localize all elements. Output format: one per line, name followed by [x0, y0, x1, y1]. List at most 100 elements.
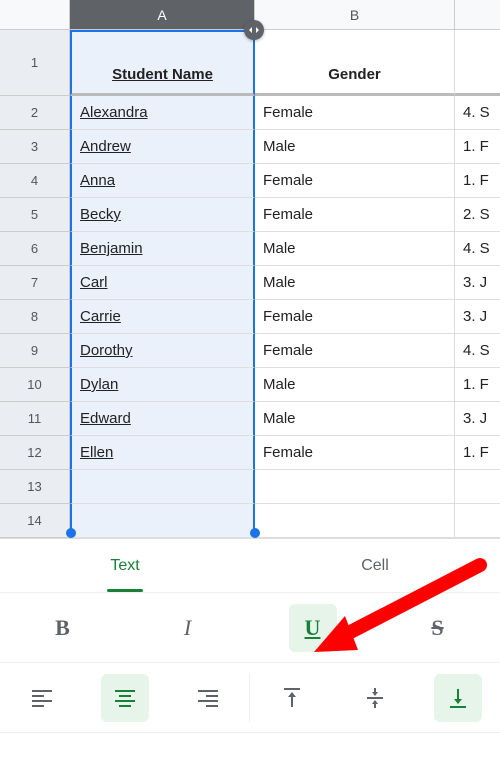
cell-gender[interactable]: Female — [255, 300, 455, 334]
table-row: 3AndrewMale1. F — [0, 130, 500, 164]
cell-c[interactable]: 4. S — [455, 334, 500, 368]
table-row: 2AlexandraFemale4. S — [0, 96, 500, 130]
cell-gender[interactable]: Male — [255, 266, 455, 300]
table-row: 7CarlMale3. J — [0, 266, 500, 300]
cell[interactable] — [255, 470, 455, 504]
cell[interactable] — [455, 470, 500, 504]
cell-c[interactable]: 1. F — [455, 436, 500, 470]
align-left-icon — [31, 689, 53, 707]
cell-student-name[interactable]: Carrie — [70, 300, 255, 334]
row-header[interactable]: 14 — [0, 504, 70, 538]
strikethrough-button[interactable]: S — [375, 593, 500, 662]
cell[interactable] — [255, 504, 455, 538]
bold-button[interactable]: B — [0, 593, 125, 662]
row-header[interactable]: 3 — [0, 130, 70, 164]
cell-student-name[interactable]: Anna — [70, 164, 255, 198]
valign-middle-button[interactable] — [333, 663, 416, 732]
format-tabs: Text Cell — [0, 539, 500, 593]
row-header[interactable]: 2 — [0, 96, 70, 130]
row-header[interactable]: 12 — [0, 436, 70, 470]
select-all-corner[interactable] — [0, 0, 70, 30]
cell-c[interactable]: 3. J — [455, 300, 500, 334]
align-center-icon — [114, 689, 136, 707]
cell-gender[interactable]: Female — [255, 96, 455, 130]
cell-gender[interactable]: Female — [255, 164, 455, 198]
align-right-icon — [197, 689, 219, 707]
cell-c[interactable]: 3. J — [455, 266, 500, 300]
cell-student-name[interactable]: Dorothy — [70, 334, 255, 368]
cell-c[interactable]: 4. S — [455, 232, 500, 266]
cell-student-name[interactable]: Alexandra — [70, 96, 255, 130]
selection-handle-icon[interactable] — [250, 528, 260, 538]
cell-gender[interactable]: Female — [255, 334, 455, 368]
cell-gender[interactable]: Male — [255, 232, 455, 266]
underline-button[interactable]: U — [250, 593, 375, 662]
cell-student-name[interactable]: Carl — [70, 266, 255, 300]
tab-text[interactable]: Text — [0, 539, 250, 592]
column-header-c[interactable] — [455, 0, 500, 30]
cell-gender[interactable]: Female — [255, 198, 455, 232]
table-row: 9DorothyFemale4. S — [0, 334, 500, 368]
row-header[interactable]: 5 — [0, 198, 70, 232]
row-header[interactable]: 8 — [0, 300, 70, 334]
valign-bottom-button[interactable] — [417, 663, 500, 732]
underline-icon: U — [305, 615, 321, 641]
cell[interactable] — [70, 470, 255, 504]
column-header-a[interactable]: A — [70, 0, 255, 30]
cell[interactable] — [70, 504, 255, 538]
row-header[interactable]: 13 — [0, 470, 70, 504]
header-cell-student-name[interactable]: Student Name — [70, 30, 255, 96]
tab-cell[interactable]: Cell — [250, 539, 500, 592]
cell-c[interactable]: 3. J — [455, 402, 500, 436]
row-header[interactable]: 6 — [0, 232, 70, 266]
align-left-button[interactable] — [0, 663, 83, 732]
column-header-b[interactable]: B — [255, 0, 455, 30]
cell-gender[interactable]: Male — [255, 402, 455, 436]
cell-student-name[interactable]: Becky — [70, 198, 255, 232]
italic-icon: I — [184, 615, 191, 641]
column-resize-grip-icon[interactable] — [244, 20, 264, 40]
row-header[interactable]: 1 — [0, 30, 70, 96]
table-row: 10DylanMale1. F — [0, 368, 500, 402]
row-header[interactable]: 7 — [0, 266, 70, 300]
row-header[interactable]: 10 — [0, 368, 70, 402]
selection-handle-icon[interactable] — [66, 528, 76, 538]
cell-c[interactable]: 1. F — [455, 368, 500, 402]
valign-middle-icon — [365, 687, 385, 709]
align-right-button[interactable] — [167, 663, 250, 732]
cell-student-name[interactable]: Edward — [70, 402, 255, 436]
frozen-header-row: 1 Student Name Gender — [0, 30, 500, 96]
format-panel: Text Cell B I U S — [0, 538, 500, 733]
row-header[interactable]: 4 — [0, 164, 70, 198]
column-label: A — [157, 7, 166, 23]
valign-top-button[interactable] — [250, 663, 333, 732]
cell-c[interactable]: 1. F — [455, 130, 500, 164]
italic-button[interactable]: I — [125, 593, 250, 662]
cell-student-name[interactable]: Dylan — [70, 368, 255, 402]
table-row: 12EllenFemale1. F — [0, 436, 500, 470]
cell-c[interactable]: 2. S — [455, 198, 500, 232]
cell-gender[interactable]: Male — [255, 130, 455, 164]
cell-student-name[interactable]: Andrew — [70, 130, 255, 164]
cell-student-name[interactable]: Ellen — [70, 436, 255, 470]
strikethrough-icon: S — [431, 615, 443, 641]
cell-c[interactable]: 4. S — [455, 96, 500, 130]
cell[interactable] — [455, 504, 500, 538]
table-row: 5BeckyFemale2. S — [0, 198, 500, 232]
row-header[interactable]: 9 — [0, 334, 70, 368]
table-row: 11EdwardMale3. J — [0, 402, 500, 436]
table-row: 8CarrieFemale3. J — [0, 300, 500, 334]
valign-top-icon — [282, 687, 302, 709]
bold-icon: B — [55, 615, 70, 641]
row-header[interactable]: 11 — [0, 402, 70, 436]
cell-gender[interactable]: Male — [255, 368, 455, 402]
spreadsheet-grid[interactable]: A B 1 Student Name Gender 2AlexandraFema… — [0, 0, 500, 538]
header-cell-c[interactable] — [455, 30, 500, 96]
cell-student-name[interactable]: Benjamin — [70, 232, 255, 266]
table-row: 6BenjaminMale4. S — [0, 232, 500, 266]
cell-c[interactable]: 1. F — [455, 164, 500, 198]
cell-gender[interactable]: Female — [255, 436, 455, 470]
table-row: 4AnnaFemale1. F — [0, 164, 500, 198]
align-center-button[interactable] — [83, 663, 166, 732]
header-cell-gender[interactable]: Gender — [255, 30, 455, 96]
